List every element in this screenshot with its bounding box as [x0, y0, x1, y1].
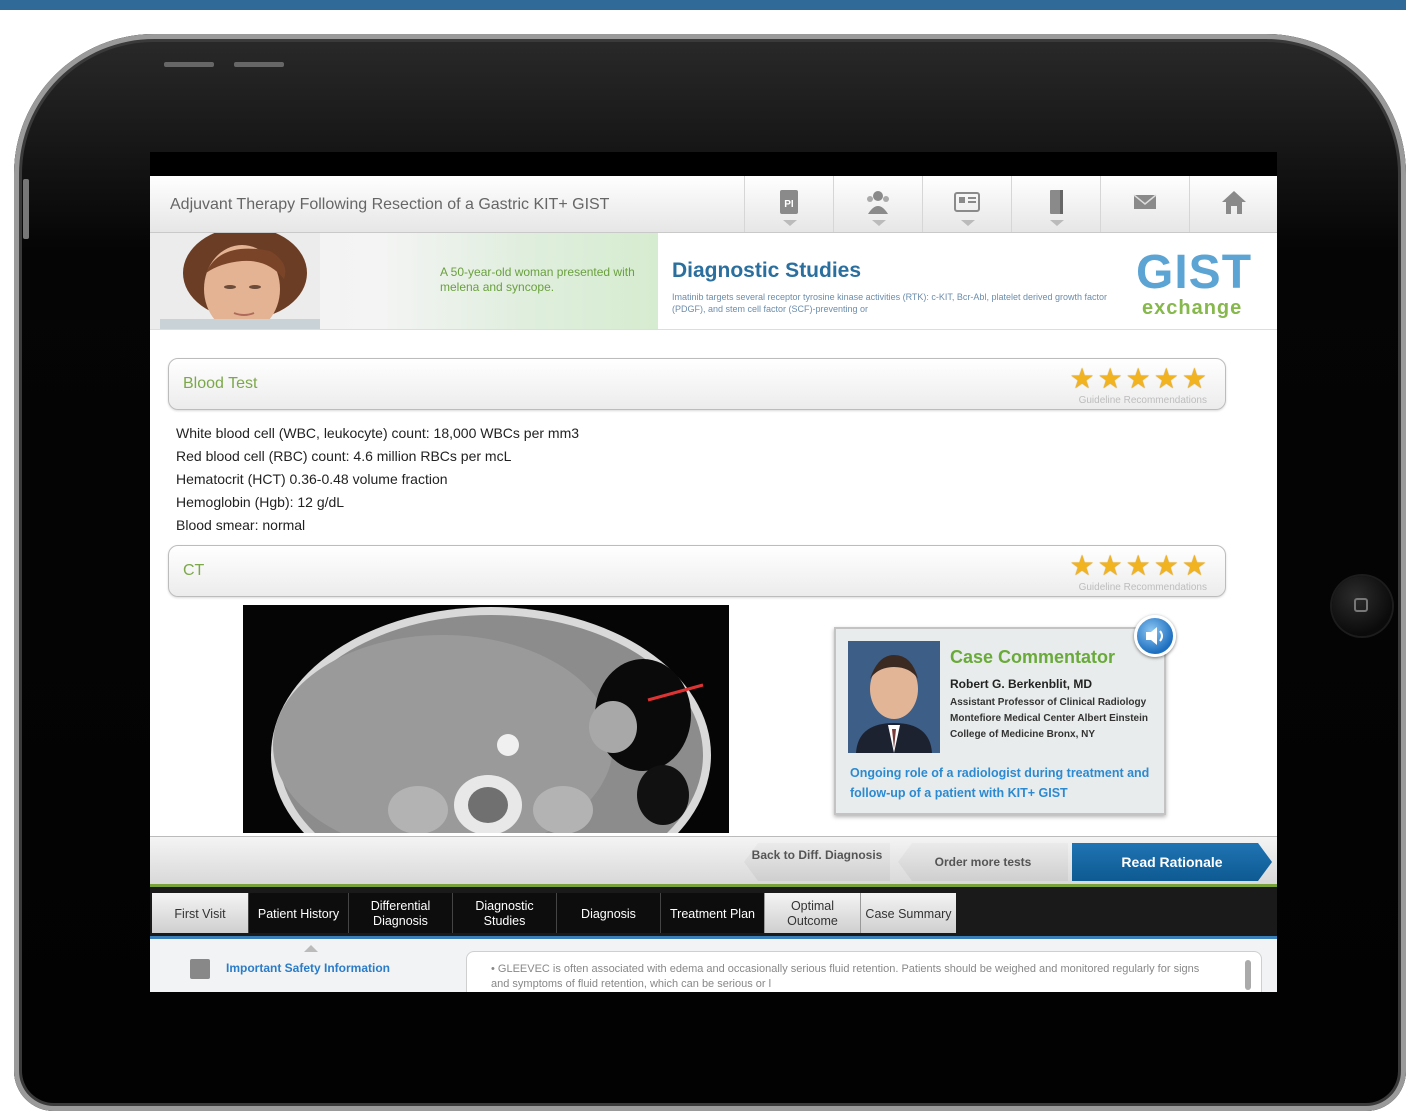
commentator-name: Robert G. Berkenblit, MD — [950, 677, 1093, 691]
star-icon: ★ — [1153, 363, 1179, 394]
section-description: Imatinib targets several receptor tyrosi… — [672, 292, 1108, 314]
commentator-heading: Case Commentator — [950, 647, 1116, 667]
star-icon: ★ — [1125, 363, 1151, 394]
home-square-icon — [1354, 598, 1368, 612]
important-safety-information-link[interactable]: Important Safety Information — [226, 961, 390, 975]
patient-portrait — [150, 233, 320, 329]
pi-document-icon: PI — [780, 190, 798, 214]
speaker-icon — [1146, 627, 1163, 645]
gist-logo: GIST — [1136, 246, 1253, 299]
ct-section-bar[interactable]: CT ★ ★ ★ ★ ★ Guideline Recommendations — [168, 545, 1226, 597]
result-line: Blood smear: normal — [176, 517, 306, 533]
safety-text: • GLEEVEC is often associated with edema… — [491, 963, 1200, 990]
star-icon: ★ — [1069, 363, 1095, 394]
people-icon — [867, 191, 889, 214]
star-icon: ★ — [1097, 363, 1123, 394]
case-commentator-card[interactable]: Case Commentator Robert G. Berkenblit, M… — [834, 627, 1166, 815]
home-icon — [1222, 191, 1246, 214]
star-icon: ★ — [1181, 550, 1207, 581]
mail-icon — [1133, 194, 1157, 209]
ipad-side-button — [23, 179, 29, 239]
dropdown-caret-icon — [872, 220, 886, 226]
section-title: CT — [183, 562, 205, 579]
star-icon: ★ — [1069, 550, 1095, 581]
result-line: Red blood cell (RBC) count: 4.6 million … — [176, 448, 512, 464]
result-line: Hemoglobin (Hgb): 12 g/dL — [176, 494, 345, 510]
header-toolbar: PI — [744, 176, 1277, 232]
dropdown-caret-icon — [1050, 220, 1064, 226]
star-icon: ★ — [1181, 363, 1207, 394]
result-line: Hematocrit (HCT) 0.36-0.48 volume fracti… — [176, 471, 448, 487]
dropdown-caret-icon — [783, 220, 797, 226]
page-top-strip — [0, 0, 1406, 10]
case-banner: A 50-year-old woman presented with melen… — [150, 233, 1277, 330]
ct-scan-image[interactable] — [243, 605, 729, 833]
rating-label: Guideline Recommendations — [1078, 395, 1207, 406]
scrollbar[interactable] — [1245, 960, 1251, 990]
tab-patient-history[interactable]: Patient History — [248, 893, 348, 933]
case-navigation-tabs: First Visit Patient History Differential… — [150, 884, 1277, 936]
status-bar — [150, 152, 1277, 176]
section-header-panel: Diagnostic Studies Imatinib targets seve… — [658, 233, 1113, 329]
id-card-icon — [954, 192, 980, 212]
star-icon: ★ — [1153, 550, 1179, 581]
safety-footer: Important Safety Information • GLEEVEC i… — [150, 936, 1277, 992]
star-icon: ★ — [1097, 550, 1123, 581]
pi-document-button[interactable]: PI — [744, 176, 833, 232]
back-to-diff-diagnosis-button[interactable]: Back to Diff. Diagnosis — [744, 843, 890, 881]
tab-differential-diagnosis[interactable]: Differential Diagnosis — [348, 893, 452, 933]
section-heading: Diagnostic Studies — [672, 259, 862, 282]
case-presentation-text: A 50-year-old woman presented with melen… — [440, 265, 635, 294]
commentator-photo — [848, 641, 940, 753]
svg-text:PI: PI — [784, 199, 794, 210]
book-icon — [1050, 190, 1063, 214]
ipad-top-button — [234, 62, 284, 67]
dropdown-caret-icon — [961, 220, 975, 226]
ipad-top-button — [164, 62, 214, 67]
home-button[interactable] — [1189, 176, 1277, 232]
tab-treatment-plan[interactable]: Treatment Plan — [660, 893, 764, 933]
commentary-link[interactable]: Ongoing role of a radiologist during tre… — [850, 763, 1160, 803]
tab-optimal-outcome[interactable]: Optimal Outcome — [764, 893, 860, 933]
ct-scan-graphic — [243, 605, 729, 833]
tab-first-visit[interactable]: First Visit — [152, 893, 248, 933]
safety-text-box[interactable]: • GLEEVEC is often associated with edema… — [466, 951, 1262, 992]
people-button[interactable] — [833, 176, 922, 232]
id-card-button[interactable] — [922, 176, 1011, 232]
blood-results-list: White blood cell (WBC, leukocyte) count:… — [176, 422, 579, 537]
mail-button[interactable] — [1100, 176, 1189, 232]
rating-label: Guideline Recommendations — [1078, 582, 1207, 593]
tab-case-summary[interactable]: Case Summary — [860, 893, 956, 933]
rating-stars: ★ ★ ★ ★ ★ — [1069, 552, 1207, 580]
audio-speaker-button[interactable] — [1134, 615, 1176, 657]
commentator-affiliation: Assistant Professor of Clinical Radiolog… — [950, 697, 1148, 740]
gist-logo-subtitle: exchange — [1142, 297, 1243, 319]
star-icon: ★ — [1125, 550, 1151, 581]
isi-document-icon — [190, 959, 210, 979]
ipad-home-button[interactable] — [1332, 576, 1392, 636]
case-title: Adjuvant Therapy Following Resection of … — [170, 196, 610, 213]
action-bar: Back to Diff. Diagnosis Order more tests… — [150, 836, 1277, 885]
book-button[interactable] — [1011, 176, 1100, 232]
patient-panel: A 50-year-old woman presented with melen… — [150, 233, 658, 329]
tab-diagnostic-studies[interactable]: Diagnostic Studies — [452, 893, 556, 933]
order-more-tests-button[interactable]: Order more tests — [898, 843, 1068, 881]
app-screen: Adjuvant Therapy Following Resection of … — [150, 152, 1277, 992]
read-rationale-button[interactable]: Read Rationale — [1072, 843, 1272, 881]
tab-diagnosis[interactable]: Diagnosis — [556, 893, 660, 933]
rating-stars: ★ ★ ★ ★ ★ — [1069, 365, 1207, 393]
expand-arrow-icon[interactable] — [304, 945, 318, 952]
result-line: White blood cell (WBC, leukocyte) count:… — [176, 425, 580, 441]
app-header: Adjuvant Therapy Following Resection of … — [150, 176, 1277, 233]
blood-test-section-bar[interactable]: Blood Test ★ ★ ★ ★ ★ Guideline Recommend… — [168, 358, 1226, 410]
section-title: Blood Test — [183, 375, 258, 392]
